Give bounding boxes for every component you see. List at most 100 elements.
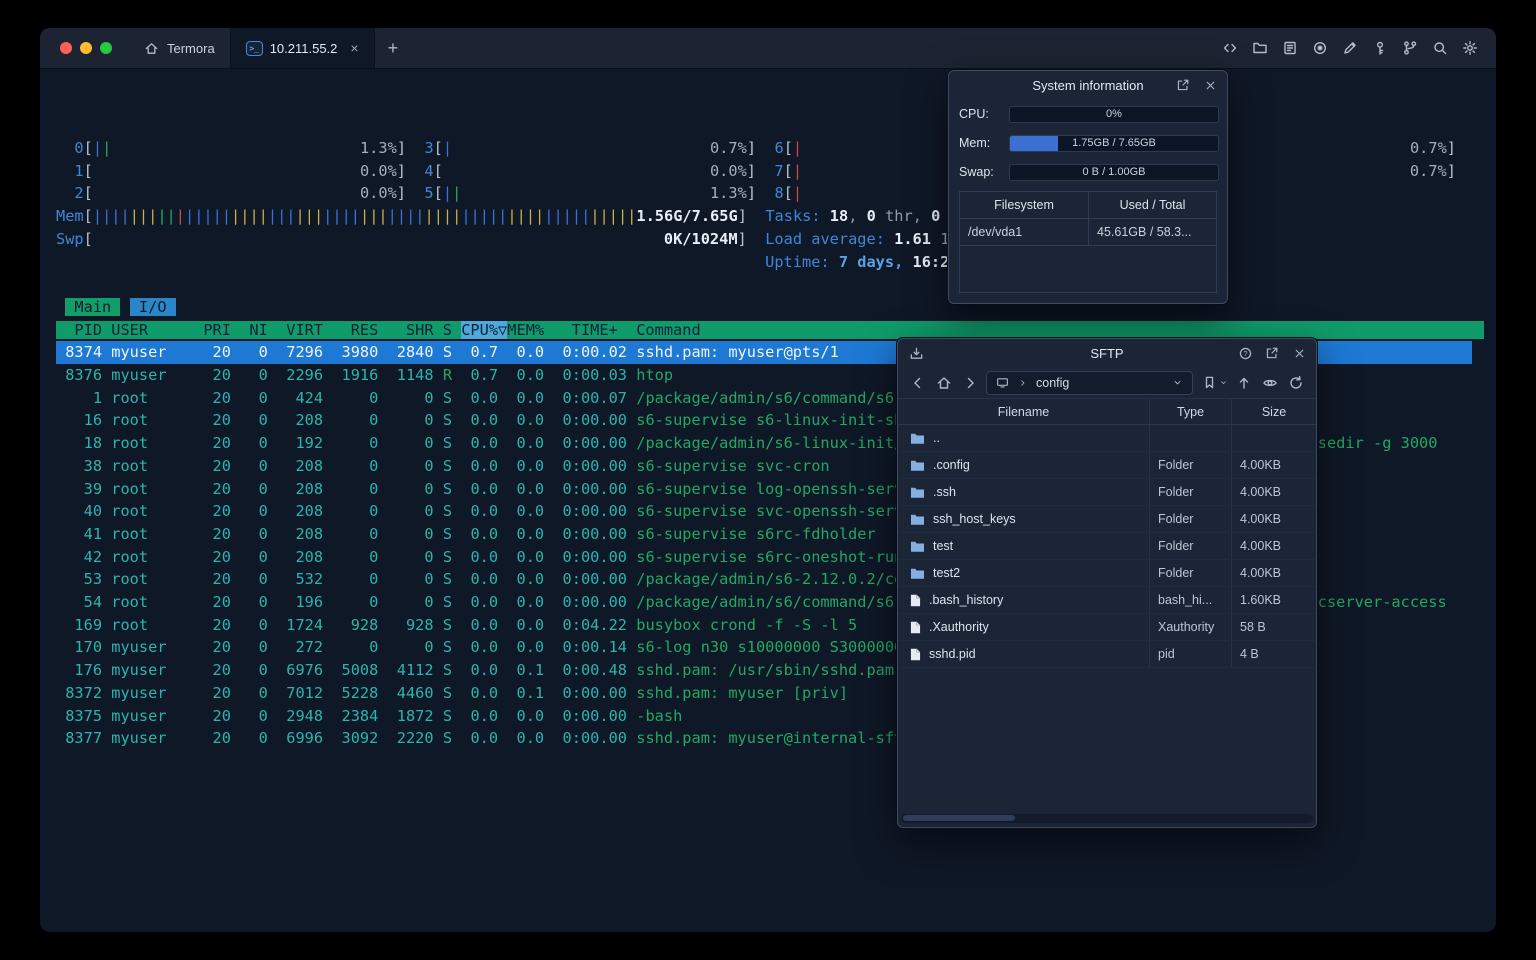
file-name-cell: test xyxy=(898,533,1149,559)
sftp-file-row[interactable]: test2 Folder 4.00KB xyxy=(898,560,1316,587)
open-in-new-icon[interactable] xyxy=(1264,345,1280,361)
terminal-line: 2[ 0.0%] 5[|| 1.3%] 8[| xyxy=(56,184,803,203)
settings-icon[interactable] xyxy=(1461,40,1478,57)
terminal-line: 0[|| 1.3%] 3[| 0.7%] 6[| 0.7%] xyxy=(56,139,1457,157)
sftp-title: SFTP xyxy=(1090,345,1124,361)
branch-icon[interactable] xyxy=(1401,40,1418,57)
sftp-file-row[interactable]: .. xyxy=(898,425,1316,452)
log-icon[interactable] xyxy=(1281,40,1298,57)
swap-row: Swap: 0 B / 1.00GB xyxy=(959,163,1219,181)
folder-icon xyxy=(911,433,924,444)
minimize-button[interactable] xyxy=(80,42,92,54)
swap-progress-bar: 0 B / 1.00GB xyxy=(1009,163,1219,181)
column-header-filename[interactable]: Filename xyxy=(898,399,1149,424)
table-row[interactable]: /dev/vda1 45.61GB / 58.3... xyxy=(960,219,1216,246)
bookmark-dropdown-icon[interactable] xyxy=(1219,375,1228,391)
help-icon[interactable]: ? xyxy=(1237,345,1253,361)
file-name-cell: .bash_history xyxy=(898,587,1149,613)
bookmark-icon[interactable] xyxy=(1199,373,1219,393)
file-size-cell: 1.60KB xyxy=(1231,587,1316,613)
new-tab-button[interactable]: + xyxy=(375,28,412,68)
close-button[interactable] xyxy=(60,42,72,54)
horizontal-scrollbar[interactable] xyxy=(901,814,1313,823)
file-size-cell: 4.00KB xyxy=(1231,506,1316,532)
file-icon xyxy=(910,594,921,606)
tab-session[interactable]: >_ 10.211.55.2 × xyxy=(229,28,375,68)
file-name-cell: sshd.pid xyxy=(898,641,1149,667)
app-tab-label: Termora xyxy=(167,40,215,56)
upload-icon[interactable] xyxy=(1234,373,1254,393)
device-icon xyxy=(994,375,1010,391)
sftp-table-header: Filename Type Size xyxy=(898,398,1316,425)
home-icon[interactable] xyxy=(934,373,954,393)
file-size-cell: 58 B xyxy=(1231,614,1316,640)
filesystem-table-header: Filesystem Used / Total xyxy=(960,192,1216,219)
search-icon[interactable] xyxy=(1431,40,1448,57)
cpu-progress-text: 0% xyxy=(1106,108,1122,120)
file-type-cell: Folder xyxy=(1149,479,1231,505)
transfers-icon[interactable] xyxy=(908,345,924,361)
back-icon[interactable] xyxy=(908,373,928,393)
open-in-new-icon[interactable] xyxy=(1175,77,1191,93)
record-icon[interactable] xyxy=(1311,40,1328,57)
sftp-file-row[interactable]: .config Folder 4.00KB xyxy=(898,452,1316,479)
column-header-type[interactable]: Type xyxy=(1149,399,1231,424)
file-name-cell: .Xauthority xyxy=(898,614,1149,640)
swap-progress-text: 0 B / 1.00GB xyxy=(1082,166,1146,178)
sysinfo-title: System information xyxy=(1032,77,1144,93)
folder-icon xyxy=(911,541,924,552)
file-name-cell: test2 xyxy=(898,560,1149,586)
file-name-cell: .config xyxy=(898,452,1149,478)
sftp-toolbar: config xyxy=(898,367,1316,398)
forward-icon[interactable] xyxy=(960,373,980,393)
sftp-file-row[interactable]: test Folder 4.00KB xyxy=(898,533,1316,560)
terminal-line: Uptime: 7 days, 16:29:12 xyxy=(765,252,986,271)
folder-icon[interactable] xyxy=(1251,40,1268,57)
terminal-line: Swp[ 0K/1024M] Load average: 1.61 1.20 1… xyxy=(56,229,1023,248)
sftp-header: SFTP ? xyxy=(898,339,1316,367)
terminal-icon: >_ xyxy=(245,40,263,56)
tab-close-icon[interactable]: × xyxy=(350,40,358,56)
code-icon[interactable] xyxy=(1221,40,1238,57)
terminal-line: Mem[||||||||||||||||||||||||||||||||||||… xyxy=(56,207,1088,226)
chevron-right-icon xyxy=(1015,375,1031,391)
column-header-size[interactable]: Size xyxy=(1231,399,1316,424)
file-type-cell: Folder xyxy=(1149,506,1231,532)
scrollbar-thumb[interactable] xyxy=(903,815,1015,821)
close-icon[interactable] xyxy=(1202,77,1218,93)
file-name-cell: .. xyxy=(898,425,1149,451)
file-icon xyxy=(910,648,921,660)
fs-used-total: 45.61GB / 58.3... xyxy=(1088,219,1216,245)
sftp-file-row[interactable]: .ssh Folder 4.00KB xyxy=(898,479,1316,506)
file-size-cell: 4.00KB xyxy=(1231,560,1316,586)
file-type-cell: Folder xyxy=(1149,533,1231,559)
mem-progress-text: 1.75GB / 7.65GB xyxy=(1072,137,1156,149)
bookmark-control[interactable] xyxy=(1199,373,1228,393)
zoom-button[interactable] xyxy=(100,42,112,54)
file-type-cell: bash_hi... xyxy=(1149,587,1231,613)
file-type-cell: Folder xyxy=(1149,560,1231,586)
file-type-cell: pid xyxy=(1149,641,1231,667)
cpu-progress-bar: 0% xyxy=(1009,105,1219,123)
close-icon[interactable] xyxy=(1291,345,1307,361)
traffic-lights xyxy=(40,28,128,68)
titlebar: Termora >_ 10.211.55.2 × + xyxy=(40,28,1496,69)
folder-icon xyxy=(911,514,924,525)
key-icon[interactable] xyxy=(1371,40,1388,57)
refresh-icon[interactable] xyxy=(1286,373,1306,393)
chevron-down-icon[interactable] xyxy=(1169,375,1185,391)
edit-icon[interactable] xyxy=(1341,40,1358,57)
sftp-file-row[interactable]: .bash_history bash_hi... 1.60KB xyxy=(898,587,1316,614)
fs-column-filesystem: Filesystem xyxy=(994,198,1054,212)
home-icon xyxy=(143,40,160,57)
app-window: Termora >_ 10.211.55.2 × + 0[|| 1.3%] 3[… xyxy=(40,28,1496,932)
path-selector[interactable]: config xyxy=(986,370,1193,395)
show-hidden-icon[interactable] xyxy=(1260,373,1280,393)
mem-label: Mem: xyxy=(959,136,991,150)
system-information-panel: System information CPU: 0% Mem: 1.75GB /… xyxy=(948,70,1228,304)
sftp-file-row[interactable]: .Xauthority Xauthority 58 B xyxy=(898,614,1316,641)
sftp-file-row[interactable]: sshd.pid pid 4 B xyxy=(898,641,1316,668)
svg-text:?: ? xyxy=(1243,349,1247,358)
sftp-file-row[interactable]: ssh_host_keys Folder 4.00KB xyxy=(898,506,1316,533)
tab-termora[interactable]: Termora xyxy=(128,28,230,68)
